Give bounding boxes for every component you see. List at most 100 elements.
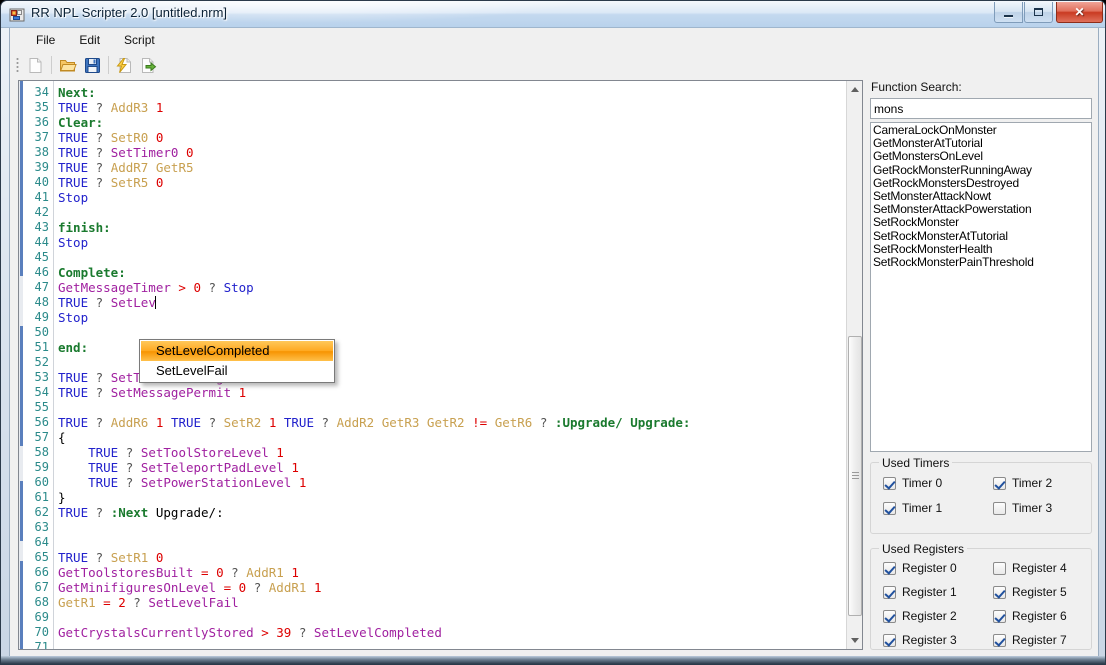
code-token: = (201, 565, 209, 580)
code-token: 1 (276, 445, 284, 460)
checkbox-register-4[interactable]: Register 4 (993, 561, 1067, 575)
chevron-up-icon (851, 87, 859, 92)
checkbox-register-3[interactable]: Register 3 (883, 633, 957, 647)
line-number: 42 (34, 205, 49, 219)
save-file-button[interactable] (80, 53, 104, 77)
close-button[interactable]: ✕ (1056, 2, 1103, 23)
checkbox-checked-icon[interactable] (993, 609, 1006, 623)
code-token: SetTimer0 (110, 145, 179, 160)
checkbox-checked-icon[interactable] (883, 633, 896, 647)
function-list-item[interactable]: GetRockMonsterRunningAway (873, 163, 1091, 177)
checkbox-label: Timer 3 (1012, 501, 1053, 515)
code-line: TRUE ? SetMessagePermit 1 (58, 385, 246, 400)
autocomplete-popup[interactable]: SetLevelCompleted SetLevelFail (139, 339, 335, 383)
code-line: GetToolstoresBuilt = 0 ? AddR1 1 (58, 565, 299, 580)
checkbox-label: Timer 0 (902, 476, 943, 490)
menu-item-script[interactable]: Script (112, 29, 167, 51)
code-token: SetTeleportPadLevel (140, 460, 284, 475)
checkbox-checked-icon[interactable] (883, 501, 896, 515)
code-token: ? (231, 565, 239, 580)
new-file-button[interactable] (23, 53, 47, 77)
checkbox-timer-0[interactable]: Timer 0 (883, 476, 942, 490)
code-token: 1 (291, 460, 299, 475)
autocomplete-item[interactable]: SetLevelCompleted (141, 341, 333, 361)
line-number: 55 (34, 400, 49, 414)
code-token: TRUE (58, 370, 89, 385)
open-file-icon (60, 59, 77, 71)
line-number: 35 (34, 100, 49, 114)
checkbox-timer-2[interactable]: Timer 2 (993, 476, 1052, 490)
toolbar-grip[interactable] (16, 57, 19, 73)
code-token: Upgrade/: (155, 505, 224, 520)
function-list-item[interactable]: GetMonstersOnLevel (873, 150, 1091, 163)
scrollbar-thumb[interactable] (848, 336, 862, 616)
checkbox-unchecked-icon[interactable] (993, 561, 1006, 575)
menu-item-file[interactable]: File (24, 29, 67, 51)
checkbox-register-2[interactable]: Register 2 (883, 609, 957, 623)
code-token: AddR2 (336, 415, 375, 430)
code-token: > (261, 625, 269, 640)
checkbox-unchecked-icon[interactable] (993, 501, 1006, 515)
checkbox-checked-icon[interactable] (883, 609, 896, 623)
app-window-icon (9, 8, 25, 22)
export-button[interactable] (137, 53, 161, 77)
checkbox-checked-icon[interactable] (883, 585, 896, 599)
scroll-down-button[interactable] (847, 632, 862, 649)
code-token: TRUE (170, 415, 202, 430)
code-token: TRUE (58, 100, 89, 115)
checkbox-register-1[interactable]: Register 1 (883, 585, 957, 599)
checkbox-register-6[interactable]: Register 6 (993, 609, 1067, 623)
function-list-item[interactable]: SetRockMonsterPainThreshold (873, 255, 1091, 269)
code-token: 0 (193, 280, 202, 295)
open-file-button[interactable] (56, 53, 80, 77)
autocomplete-item[interactable]: SetLevelFail (141, 361, 333, 381)
right-panel: Function Search: CameraLockOnMonsterGetM… (868, 80, 1092, 650)
checkbox-checked-icon[interactable] (883, 476, 896, 490)
compile-button[interactable] (113, 53, 137, 77)
checkbox-label: Register 0 (902, 561, 957, 575)
checkbox-checked-icon[interactable] (993, 476, 1006, 490)
code-line: TRUE ? SetR5 0 (58, 175, 163, 190)
checkbox-register-7[interactable]: Register 7 (993, 633, 1067, 647)
code-token: Complete: (58, 265, 126, 280)
checkbox-register-5[interactable]: Register 5 (993, 585, 1067, 599)
scrollbar-grip-icon (852, 472, 859, 480)
code-token: 0 (155, 175, 164, 190)
scroll-up-button[interactable] (847, 81, 862, 98)
checkbox-register-0[interactable]: Register 0 (883, 561, 957, 575)
checkbox-checked-icon[interactable] (993, 585, 1006, 599)
checkbox-checked-icon[interactable] (993, 633, 1006, 647)
checkbox-timer-1[interactable]: Timer 1 (883, 501, 942, 515)
code-line: end: (58, 340, 88, 355)
checkbox-timer-3[interactable]: Timer 3 (993, 501, 1052, 515)
checkbox-label: Register 4 (1012, 561, 1067, 575)
code-token: SetR0 (110, 130, 149, 145)
menu-item-edit[interactable]: Edit (67, 29, 112, 51)
editor-vertical-scrollbar[interactable] (846, 81, 862, 649)
checkbox-checked-icon[interactable] (883, 561, 896, 575)
minimize-button[interactable] (994, 2, 1023, 23)
code-token: TRUE (88, 475, 119, 490)
function-search-input[interactable] (870, 98, 1092, 119)
line-number: 46 (34, 265, 49, 279)
maximize-button[interactable] (1024, 2, 1053, 23)
code-token: TRUE (58, 415, 89, 430)
function-list-item[interactable]: SetRockMonster (873, 216, 1091, 229)
function-list-item[interactable]: SetRockMonsterAtTutorial (873, 229, 1091, 243)
function-results-list[interactable]: CameraLockOnMonster GetMonsterAtTutorial G… (870, 122, 1092, 452)
line-number: 65 (34, 550, 49, 564)
